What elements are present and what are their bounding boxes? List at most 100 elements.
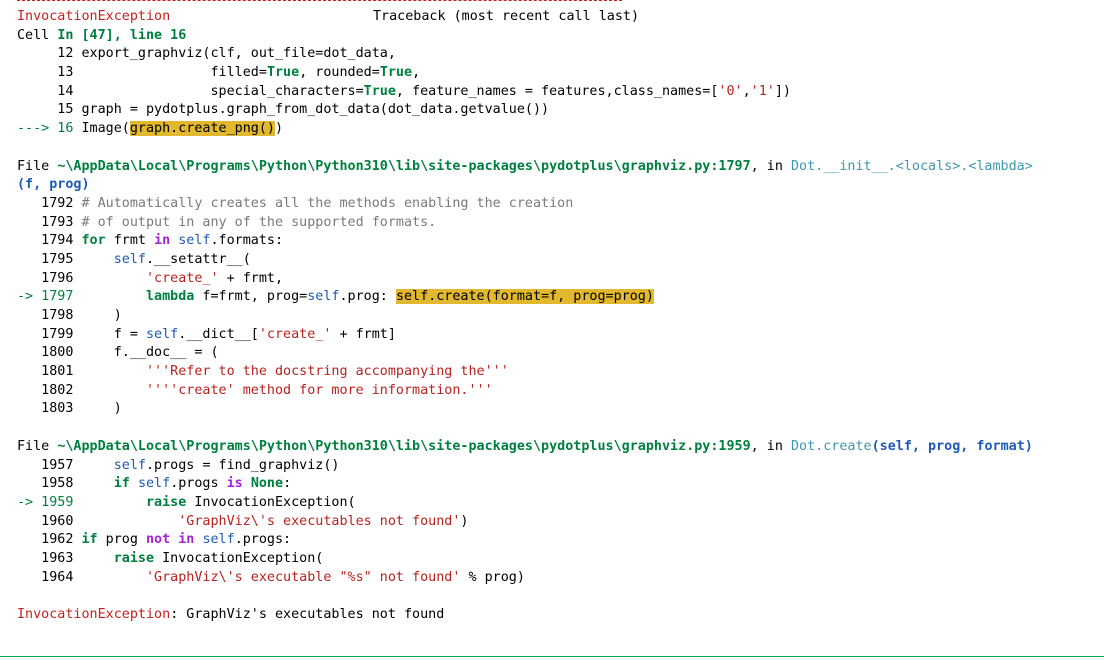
code-token: + frmt] <box>331 326 396 342</box>
traceback-title: Traceback (most recent call last) <box>373 9 640 24</box>
code-token: # Automatically creates all the methods … <box>81 195 574 211</box>
code-token: 'create_' <box>258 326 332 342</box>
code-token: getvalue()) <box>460 102 550 118</box>
code-block-cell: 12 export_graphviz(clf, out_file=dot_dat… <box>17 45 1104 138</box>
traceback-header: InvocationException Traceback (most recen… <box>17 8 1104 27</box>
code-token: if <box>81 532 98 548</box>
code-token: InvocationException( <box>186 494 356 510</box>
code-line: 1795 self.__setattr__( <box>17 251 1104 270</box>
code-line: 1960 'GraphViz\'s executables not found'… <box>17 513 1104 532</box>
traceback-output: InvocationException Traceback (most recen… <box>17 8 1104 625</box>
code-line: 1958 if self.progs is None: <box>17 475 1104 494</box>
code-token: raise <box>113 550 155 566</box>
code-token: . <box>218 102 227 118</box>
code-token: True <box>379 65 413 81</box>
line-number: 1960 <box>17 513 82 529</box>
code-token: ) <box>81 401 122 417</box>
in-sep: , in <box>750 158 791 174</box>
code-token: = <box>371 65 380 81</box>
code-token: .__dict__[ <box>178 326 259 342</box>
code-token: find_graphviz() <box>210 457 340 473</box>
line-number: 1957 <box>17 457 82 473</box>
code-line: 1802 ''''create' method for more informa… <box>17 382 1104 401</box>
code-token: lambda <box>146 289 195 305</box>
file-prefix: File <box>17 158 58 174</box>
code-token: % prog) <box>460 569 525 585</box>
code-token: True <box>363 83 396 99</box>
line-number: 14 <box>17 83 82 99</box>
code-token: in <box>154 233 171 249</box>
code-token: graph_from_dot_data(dot_data <box>226 102 453 118</box>
line-number: 1958 <box>17 476 82 492</box>
file-path-link[interactable]: ~\AppData\Local\Programs\Python\Python31… <box>57 159 750 174</box>
code-line: 1792 # Automatically creates all the met… <box>17 195 1104 214</box>
line-number: 1792 <box>17 195 82 211</box>
error-message: : GraphViz's executables not found <box>170 607 445 622</box>
line-number: 1799 <box>17 326 82 342</box>
code-token: self <box>307 289 340 305</box>
code-token: in <box>178 532 195 548</box>
output-bottom-border <box>0 656 1104 657</box>
code-token: = <box>202 457 211 473</box>
code-token: None <box>250 476 284 492</box>
final-exception-name: InvocationException <box>17 607 171 622</box>
frame-args: (f, prog) <box>17 177 90 193</box>
code-line: 1963 raise InvocationException( <box>17 550 1104 569</box>
code-line: 14 special_characters=True, feature_name… <box>17 83 1104 102</box>
code-token: + frmt, <box>218 270 284 286</box>
code-block-create: 1957 self.progs = find_graphviz() 1958 i… <box>17 457 1104 588</box>
code-token: : <box>283 476 292 492</box>
code-token: self <box>202 532 235 548</box>
line-number: 1801 <box>17 364 82 380</box>
code-token: True <box>266 65 300 81</box>
code-line: 1962 if prog not in self.progs: <box>17 531 1104 550</box>
code-token: not <box>146 532 171 548</box>
code-token: = <box>524 83 533 99</box>
code-token: is <box>226 476 243 492</box>
file-path-link[interactable]: ~\AppData\Local\Programs\Python\Python31… <box>57 439 750 454</box>
code-token: , feature_names <box>395 83 525 99</box>
file-frame-1: File ~\AppData\Local\Programs\Python\Pyt… <box>17 158 1104 177</box>
line-number: 1794 <box>17 233 82 249</box>
code-token: ) <box>460 513 469 529</box>
line-number: 1963 <box>17 550 82 566</box>
code-token: pydotplus <box>137 102 219 118</box>
code-token: .formats: <box>210 233 284 249</box>
code-line: 1799 f = self.__dict__['create_' + frmt] <box>17 326 1104 345</box>
line-number: 1796 <box>17 270 82 286</box>
code-token: # of output in any of the supported form… <box>81 214 437 230</box>
code-token: f=frmt, prog= <box>194 289 308 305</box>
code-token: if <box>113 476 130 492</box>
frame-args: (self, prog, format) <box>871 438 1033 454</box>
code-token: filled <box>81 65 259 81</box>
code-token: special_characters <box>81 83 356 99</box>
code-line: ---> 16 Image(graph.create_png()) <box>17 120 1104 139</box>
code-token: .prog: <box>339 289 396 305</box>
code-token: InvocationException( <box>154 550 324 566</box>
code-token: , rounded <box>299 65 372 81</box>
code-token: self <box>137 476 171 492</box>
code-line: -> 1959 raise InvocationException( <box>17 494 1104 513</box>
code-token: ]) <box>774 83 791 99</box>
frame-function: Dot.__init__.<locals>.<lambda> <box>790 158 1033 174</box>
code-token: = <box>355 83 364 99</box>
line-number: 1798 <box>17 308 82 323</box>
code-token: frmt <box>105 233 155 249</box>
code-line: 1803 ) <box>17 400 1104 419</box>
code-token: self <box>178 233 211 249</box>
line-number: 1795 <box>17 251 82 267</box>
in-sep: , in <box>750 438 791 454</box>
code-token: Image( <box>81 121 130 137</box>
code-token: ) <box>275 121 284 137</box>
line-number: ---> 16 <box>17 121 82 137</box>
